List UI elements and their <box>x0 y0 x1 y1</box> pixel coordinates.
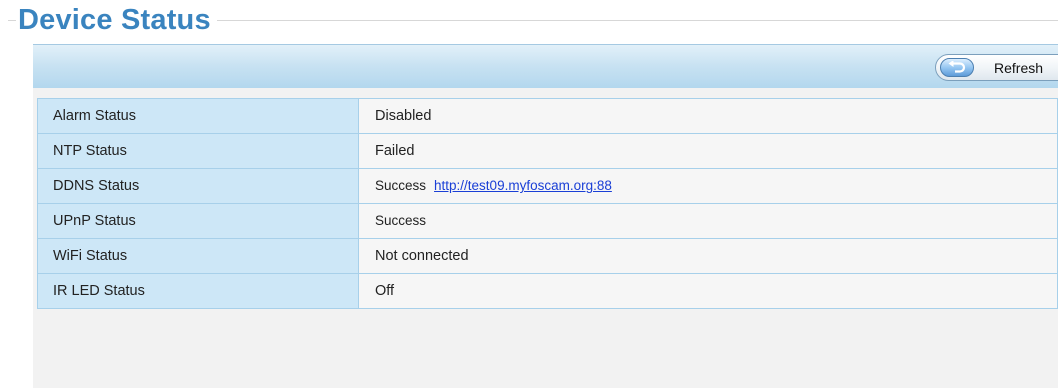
status-label: Alarm Status <box>37 98 359 134</box>
table-row: IR LED Status Off <box>37 273 1058 309</box>
table-row: DDNS Status Success http://test09.myfosca… <box>37 168 1058 204</box>
status-value: Success <box>375 213 427 228</box>
status-value: Off <box>358 273 1058 309</box>
refresh-label: Refresh <box>994 60 1044 76</box>
status-value-cell: Success http://test09.myfoscam.org:88 <box>358 168 1058 204</box>
ddns-url-link[interactable]: http://test09.myfoscam.org:88 <box>434 178 612 193</box>
status-label: UPnP Status <box>37 203 359 239</box>
status-label: NTP Status <box>37 133 359 169</box>
table-row: Alarm Status Disabled <box>37 98 1058 134</box>
refresh-arrow-glyph <box>948 61 966 73</box>
status-table: Alarm Status Disabled NTP Status Failed … <box>37 98 1058 309</box>
status-label: IR LED Status <box>37 273 359 309</box>
title-row: Device Status <box>0 0 1058 42</box>
toolbar: Refresh <box>33 44 1058 88</box>
refresh-button[interactable]: Refresh <box>935 54 1058 81</box>
table-row: WiFi Status Not connected <box>37 238 1058 274</box>
page-title: Device Status <box>16 3 217 37</box>
status-label: WiFi Status <box>37 238 359 274</box>
table-row: UPnP Status Success <box>37 203 1058 239</box>
status-value: Failed <box>358 133 1058 169</box>
status-value: Disabled <box>358 98 1058 134</box>
refresh-arrow-icon <box>940 58 974 77</box>
status-value-cell: Success <box>358 203 1058 239</box>
status-value: Success <box>375 178 427 193</box>
status-label: DDNS Status <box>37 168 359 204</box>
table-row: NTP Status Failed <box>37 133 1058 169</box>
status-value: Not connected <box>358 238 1058 274</box>
device-status-page: Device Status Refresh Alarm Status Disab… <box>0 0 1058 388</box>
